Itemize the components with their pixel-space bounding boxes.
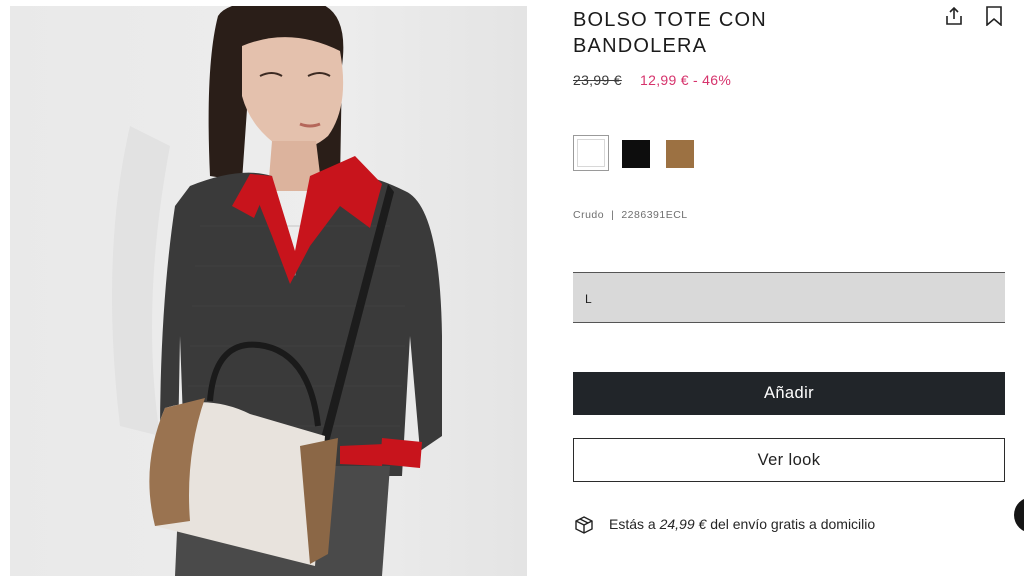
size-selector[interactable]: L [573, 272, 1005, 323]
old-price: 23,99 € [573, 72, 622, 88]
swatch-white[interactable] [573, 135, 609, 171]
view-look-button[interactable]: Ver look [573, 438, 1005, 482]
product-photo[interactable] [10, 6, 527, 576]
sale-price: 12,99 € - 46% [640, 72, 732, 88]
shipping-text: Estás a 24,99 € del envío gratis a domic… [609, 516, 875, 532]
chat-icon[interactable] [1014, 497, 1024, 533]
swatch-black[interactable] [622, 140, 650, 168]
swatch-tan[interactable] [666, 140, 694, 168]
shipping-amount: 24,99 € [659, 516, 707, 532]
reference-code: 2286391ECL [621, 209, 688, 221]
shipping-suffix: del envío gratis a domicilio [710, 516, 876, 532]
share-icon[interactable] [944, 6, 964, 26]
shipping-prefix: Estás a [609, 516, 656, 532]
price-block: 23,99 € 12,99 € - 46% [573, 72, 731, 88]
size-value: L [585, 292, 592, 306]
product-title: BOLSO TOTE CON BANDOLERA [573, 9, 767, 57]
color-reference: Crudo | 2286391ECL [573, 209, 688, 221]
add-to-cart-button[interactable]: Añadir [573, 372, 1005, 415]
box-icon [574, 515, 594, 535]
product-photo-illustration [10, 6, 527, 576]
bookmark-icon[interactable] [985, 6, 1003, 27]
color-name: Crudo [573, 209, 605, 221]
product-info-panel: BOLSO TOTE CON BANDOLERA 23,99 € 12,99 €… [573, 0, 1006, 576]
separator: | [611, 209, 615, 221]
